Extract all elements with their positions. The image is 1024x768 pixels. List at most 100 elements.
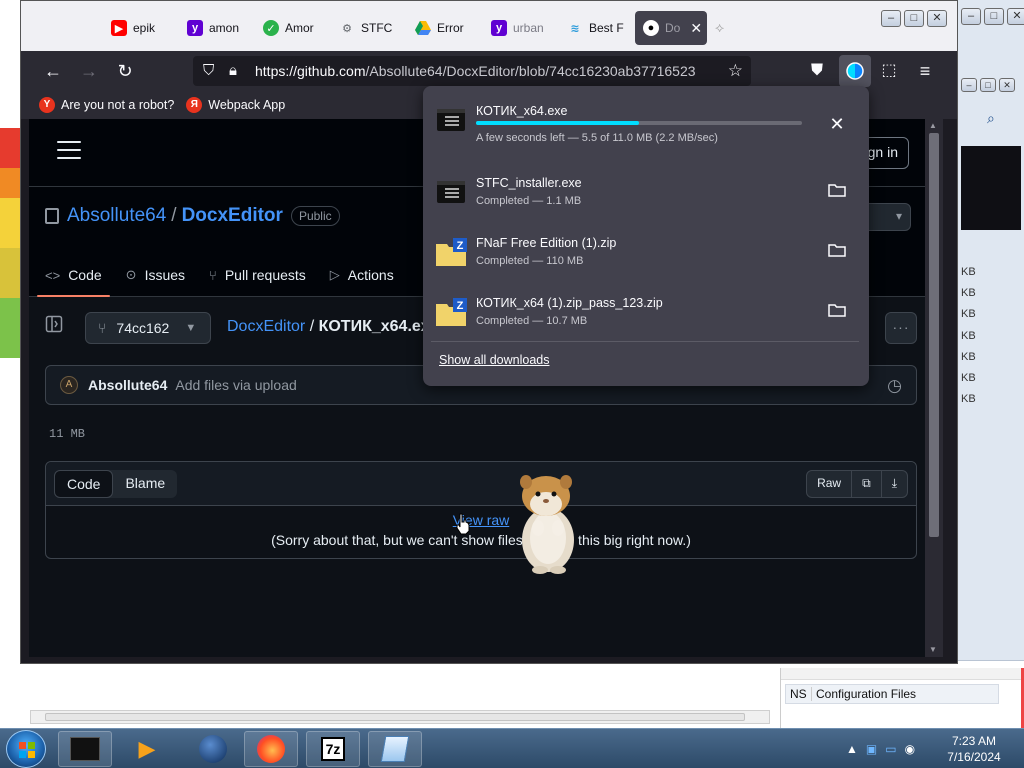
tab-code[interactable]: <> Code [37, 253, 110, 297]
file-actions: Raw ⧉ ⤓ [806, 470, 908, 498]
close-window-button[interactable]: ✕ [927, 10, 947, 27]
tab-label: amon [209, 21, 240, 35]
download-item[interactable]: КОТИК_x64.exe A few seconds left — 5.5 o… [431, 96, 859, 152]
start-button[interactable] [6, 730, 46, 768]
taskbar-notepad[interactable] [368, 731, 422, 767]
maximize-button[interactable]: □ [904, 10, 924, 27]
notepad-icon [380, 736, 410, 762]
blame-view-button[interactable]: Blame [113, 470, 177, 498]
forward-icon[interactable]: → [77, 59, 101, 83]
search-icon[interactable]: ⌕ [987, 110, 995, 127]
code-view-button[interactable]: Code [54, 470, 114, 498]
taskbar-7zip[interactable]: 7z [306, 731, 360, 767]
bookmark-webpack[interactable]: Я Webpack App [186, 97, 285, 113]
hamburger-menu-icon[interactable] [57, 141, 81, 161]
tab-label: Amor [285, 21, 314, 35]
show-hidden-icons-icon[interactable]: ▲ [846, 742, 858, 756]
hamster-sticker [512, 468, 582, 576]
taskbar-firefox[interactable] [244, 731, 298, 767]
taskbar-media-player[interactable]: ▶ [120, 731, 174, 767]
more-options-button[interactable]: ··· [885, 312, 917, 344]
bookmark-robot[interactable]: Y Are you not a robot? [39, 97, 174, 113]
youtube-icon: ▶ [111, 20, 127, 36]
tab-overflow-icon[interactable]: ⟡ [715, 19, 724, 36]
download-icon[interactable]: ⤓ [882, 471, 907, 497]
commit-message[interactable]: Add files via upload [175, 377, 296, 393]
history-icon[interactable]: ◷ [887, 376, 902, 396]
tab-github-active[interactable]: ● Do ✕ [635, 11, 707, 45]
download-item[interactable]: Z КОТИК_x64 (1).zip_pass_123.zip Complet… [431, 288, 859, 344]
tab-best[interactable]: ≋ Best F [567, 11, 641, 45]
url-text[interactable]: https://github.com/Absollute64/DocxEdito… [255, 63, 705, 79]
folder-icon[interactable] [825, 300, 849, 324]
tab-error[interactable]: Error [415, 11, 485, 45]
window-controls: – □ ✕ [881, 10, 947, 27]
exe-file-icon [435, 104, 467, 136]
raw-button[interactable]: Raw [807, 471, 853, 497]
tab-pull-requests[interactable]: ⑂ Pull requests [209, 253, 306, 297]
volume-icon[interactable]: ◉ [905, 742, 915, 756]
lock-icon[interactable]: 🔒︎ [229, 62, 237, 79]
menu-icon[interactable]: ≡ [913, 59, 937, 83]
repo-owner-link[interactable]: Absollute64 [67, 205, 166, 227]
pocket-icon[interactable]: ⛊ [805, 59, 829, 83]
tab-amor[interactable]: ✓ Amor [263, 11, 337, 45]
tab-label: Error [437, 21, 464, 35]
cancel-icon[interactable]: ✕ [825, 112, 849, 136]
breadcrumb-file: КОТИК_x64.ex [318, 318, 430, 335]
tab-epik[interactable]: ▶ epik [111, 11, 173, 45]
tab-amon[interactable]: y amon [187, 11, 257, 45]
green-shield-icon: ✓ [263, 20, 279, 36]
taskbar-terminal[interactable] [58, 731, 112, 767]
close-tab-icon[interactable]: ✕ [690, 20, 702, 37]
background-file-pane: NS Configuration Files [780, 668, 1024, 730]
back-icon[interactable]: ← [41, 59, 65, 83]
sidebar-toggle-icon[interactable] [45, 315, 75, 343]
view-toggle: Code Blame [54, 470, 178, 498]
clock[interactable]: 7:23 AM 7/16/2024 [932, 733, 1016, 765]
show-all-downloads-link[interactable]: Show all downloads [439, 353, 550, 367]
page-scrollbar[interactable]: ▲ ▼ [925, 119, 943, 657]
download-status: Completed — 10.7 MB [476, 315, 588, 327]
copy-icon[interactable]: ⧉ [852, 471, 882, 497]
download-item[interactable]: Z FNaF Free Edition (1).zip Completed — … [431, 228, 859, 284]
background-window-edge [0, 0, 20, 730]
tab-actions[interactable]: ▷ Actions [330, 253, 394, 297]
folder-icon[interactable] [825, 180, 849, 204]
bookmark-label: Webpack App [208, 98, 286, 112]
tab-label: STFC [361, 21, 393, 35]
taskbar: ▶ 7z ▲ ▣ ▭ ◉ 7:23 AM 7/16/2024 [0, 728, 1024, 768]
tab-issues[interactable]: ⊙ Issues [126, 253, 185, 297]
tab-label: epik [133, 21, 156, 35]
reload-icon[interactable]: ↻ [113, 59, 137, 83]
extensions-icon[interactable]: ⬚ [877, 59, 901, 83]
download-filename: FNaF Free Edition (1).zip [476, 236, 617, 250]
tab-stfc[interactable]: ⚙ STFC [339, 11, 409, 45]
network-icon[interactable]: ▭ [885, 742, 896, 756]
downloads-button-active[interactable] [839, 55, 871, 87]
download-progress-fill [476, 121, 639, 125]
svg-text:Z: Z [457, 240, 464, 252]
tab-label: Best F [589, 21, 624, 35]
tab-urban[interactable]: y urban [491, 11, 551, 45]
hand-cursor-icon [455, 513, 471, 538]
play-icon: ▷ [329, 267, 340, 282]
bg-file-row[interactable]: NS Configuration Files [785, 684, 999, 704]
minimize-button[interactable]: – [881, 10, 901, 27]
bookmark-star-icon[interactable]: ☆ [728, 61, 743, 81]
tray-app-icon[interactable]: ▣ [866, 742, 877, 756]
download-status: Completed — 1.1 MB [476, 195, 582, 207]
shield-icon[interactable]: ⛉ [203, 62, 214, 79]
background-horizontal-scrollbar[interactable] [30, 710, 770, 724]
folder-icon[interactable] [825, 240, 849, 264]
breadcrumb-repo-link[interactable]: DocxEditor [227, 318, 305, 335]
branch-selector[interactable]: ⑂ 74cc162 ▼ [85, 312, 211, 344]
scrollbar-thumb[interactable] [929, 133, 939, 537]
avatar[interactable]: A [60, 376, 78, 394]
url-bar[interactable]: ⛉ 🔒︎ https://github.com/Absollute64/Docx… [193, 56, 751, 86]
download-item[interactable]: STFC_installer.exe Completed — 1.1 MB [431, 168, 859, 224]
file-toolbar: Code Blame Raw ⧉ ⤓ [46, 462, 916, 506]
commit-author[interactable]: Absollute64 [88, 377, 167, 393]
repo-name-link[interactable]: DocxEditor [182, 205, 283, 227]
taskbar-globe[interactable] [186, 731, 240, 767]
